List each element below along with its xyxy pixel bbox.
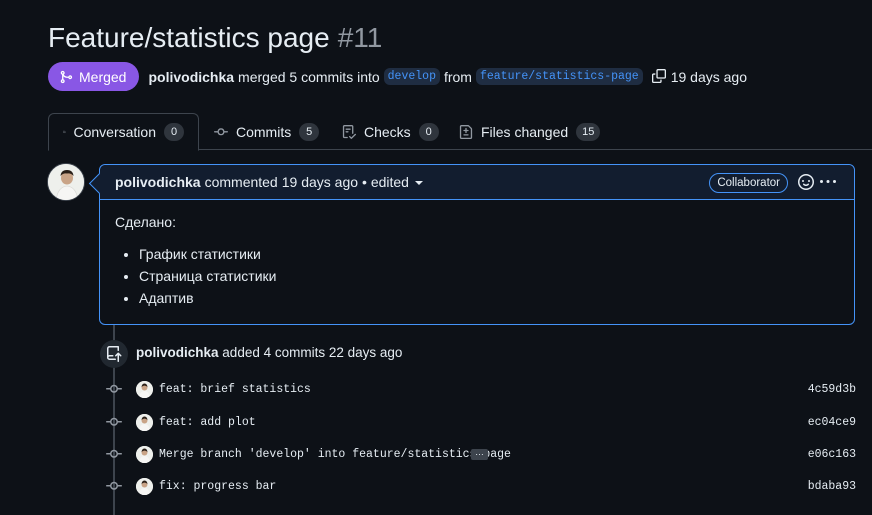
checklist-icon <box>342 124 356 139</box>
kebab-horizontal-icon <box>820 180 836 183</box>
merged-state-label: Merged <box>79 68 127 85</box>
copy-icon <box>651 68 666 83</box>
tab-conversation[interactable]: Conversation 0 <box>48 113 199 151</box>
commit-sha-link[interactable]: 4c59d3b <box>808 383 856 396</box>
comment-list: График статистики Страница статистики Ад… <box>115 246 839 306</box>
pr-description-comment: polivodichka commented 19 days ago • edi… <box>99 164 855 325</box>
from-text: from <box>443 68 472 85</box>
pr-meta: Merged polivodichka merged 5 commits int… <box>48 62 747 91</box>
edited-dropdown-caret-icon[interactable] <box>414 181 423 185</box>
comment-list-item: Адаптив <box>139 290 839 306</box>
copy-branch-button[interactable] <box>651 68 668 85</box>
tab-conversation-label: Conversation <box>73 124 157 140</box>
commit-row: Merge branch 'develop' into feature/stat… <box>104 443 856 465</box>
repo-push-icon <box>107 346 122 362</box>
commit-row: fix: progress bar bdaba93 <box>104 475 856 497</box>
git-commit-icon <box>104 476 124 496</box>
collaborator-badge: Collaborator <box>709 173 788 193</box>
push-event-timestamp[interactable]: 22 days ago <box>329 345 403 360</box>
smiley-icon <box>798 174 814 190</box>
file-diff-icon <box>459 124 473 139</box>
tab-files-changed-count: 15 <box>576 122 601 141</box>
commit-sha-link[interactable]: e06c163 <box>808 448 856 461</box>
tab-commits[interactable]: Commits 5 <box>200 113 333 150</box>
comment-list-item: Страница статистики <box>139 268 839 284</box>
commit-message-link[interactable]: Merge branch 'develop' into feature/stat… <box>159 448 511 461</box>
git-merge-icon <box>60 70 73 83</box>
push-event-text: polivodichka added 4 commits 22 days ago <box>136 345 402 360</box>
commit-sha-link[interactable]: bdaba93 <box>808 480 856 493</box>
expand-commit-body-button[interactable]: … <box>471 447 488 460</box>
comment-header: polivodichka commented 19 days ago • edi… <box>100 165 854 200</box>
tab-commits-count: 5 <box>299 122 320 141</box>
comment-list-item: График статистики <box>139 246 839 262</box>
commit-author-avatar[interactable] <box>136 380 153 398</box>
commit-author-avatar[interactable] <box>136 477 153 495</box>
push-event-badge <box>100 340 128 368</box>
add-reaction-button[interactable] <box>798 174 814 190</box>
pr-title-text: Feature/statistics page <box>48 22 330 53</box>
commit-message-link[interactable]: feat: brief statistics <box>159 383 311 396</box>
tab-conversation-count: 0 <box>164 123 184 141</box>
comment-body: Сделано: График статистики Страница стат… <box>100 200 854 326</box>
base-branch-link[interactable]: develop <box>383 68 440 85</box>
git-commit-icon <box>104 444 124 464</box>
tab-checks-label: Checks <box>364 123 411 140</box>
tab-checks[interactable]: Checks 0 <box>328 113 453 150</box>
push-event-author-link[interactable]: polivodichka <box>136 345 219 360</box>
comment-options-button[interactable] <box>820 174 836 190</box>
head-branch-link[interactable]: feature/statistics-page <box>475 68 643 85</box>
commit-row: feat: add plot ec04ce9 <box>104 411 856 433</box>
tab-files-changed-label: Files changed <box>481 123 569 140</box>
comment-discussion-icon <box>63 130 66 134</box>
merged-commits-text: merged 5 commits into <box>238 68 380 85</box>
push-event-action: added 4 commits <box>222 345 326 360</box>
commit-sha-link[interactable]: ec04ce9 <box>808 416 856 429</box>
commit-author-avatar[interactable] <box>136 445 153 463</box>
tab-files-changed[interactable]: Files changed 15 <box>445 113 614 150</box>
commit-author-avatar[interactable] <box>136 413 153 431</box>
commit-row: feat: brief statistics 4c59d3b <box>104 378 856 400</box>
pr-number: #11 <box>337 22 383 53</box>
commit-message-link[interactable]: feat: add plot <box>159 416 256 429</box>
comment-action: commented <box>204 174 278 190</box>
tab-commits-label: Commits <box>236 123 292 140</box>
avatar-image <box>48 164 84 200</box>
git-commit-icon <box>214 127 228 135</box>
pr-title: Feature/statistics page #11 <box>48 22 382 54</box>
edited-dropdown-label[interactable]: • edited <box>362 174 409 190</box>
pr-tabs: Conversation 0 Commits 5 Checks 0 Files … <box>48 113 872 151</box>
tab-checks-count: 0 <box>418 122 439 141</box>
comment-author-avatar[interactable] <box>47 163 85 201</box>
merged-state-badge: Merged <box>48 62 140 91</box>
git-commit-icon <box>104 379 124 399</box>
merged-ago: 19 days ago <box>670 68 747 85</box>
comment-intro: Сделано: <box>115 214 176 230</box>
comment-author-link[interactable]: polivodichka <box>115 174 201 190</box>
git-commit-icon <box>104 412 124 432</box>
comment-timestamp[interactable]: 19 days ago <box>282 174 358 190</box>
commit-message-link[interactable]: fix: progress bar <box>159 480 276 493</box>
merge-author-link[interactable]: polivodichka <box>148 69 234 85</box>
